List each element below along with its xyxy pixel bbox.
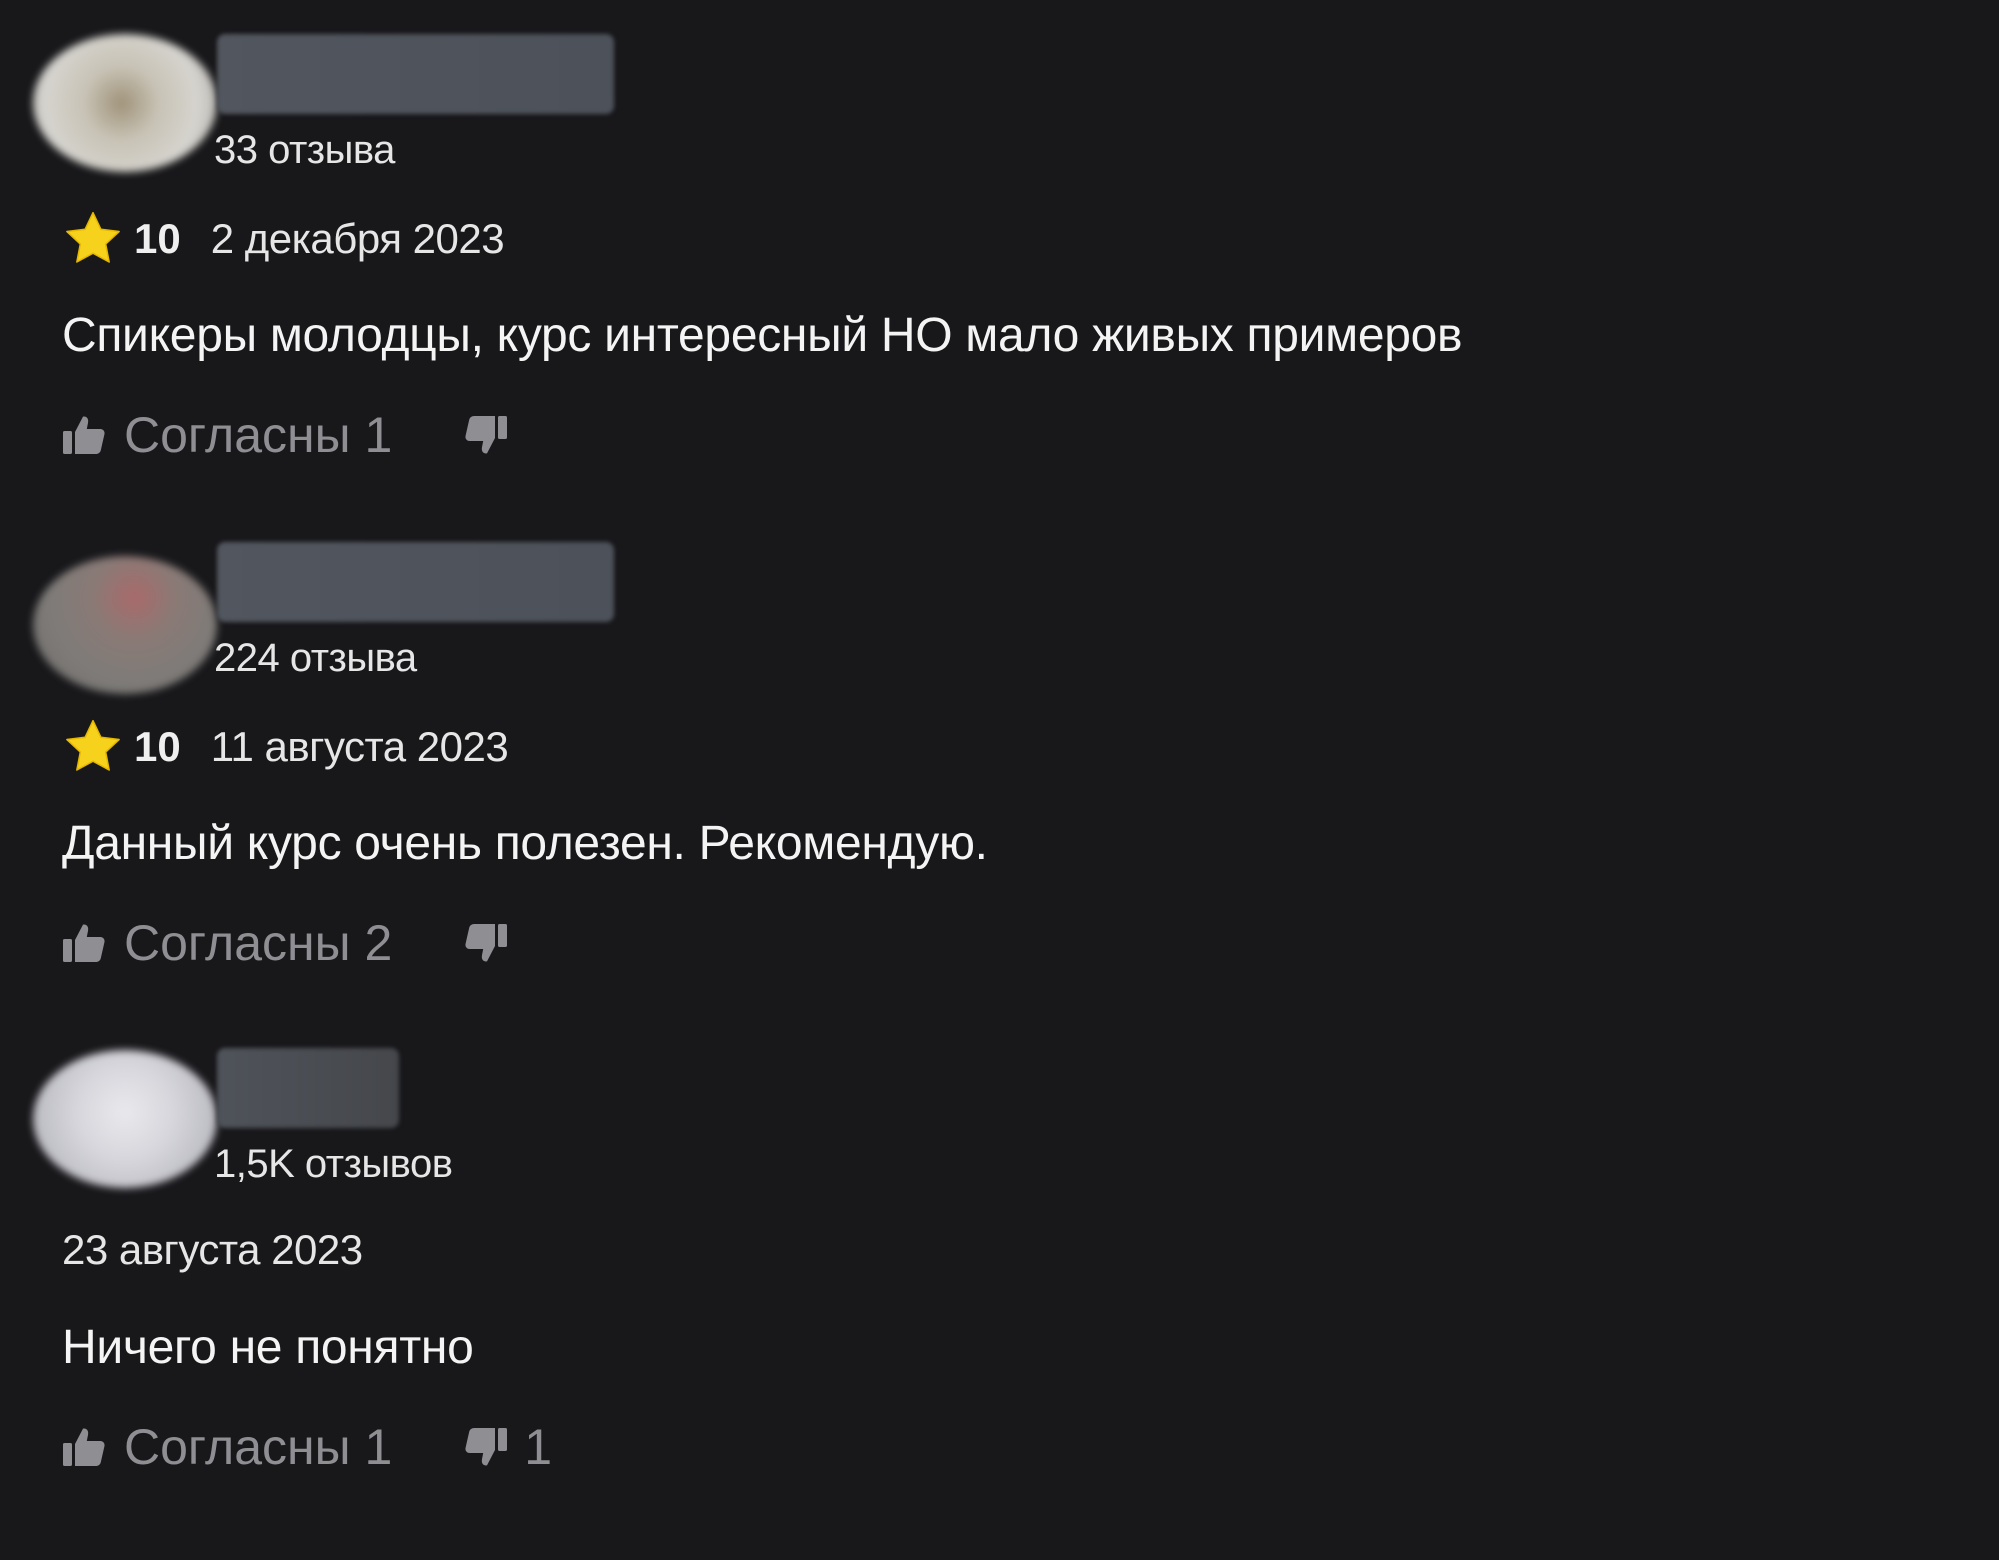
- review-text: Спикеры молодцы, курс интересный НО мало…: [62, 309, 1463, 362]
- rating-value: 10: [134, 723, 181, 770]
- avatar[interactable]: [33, 556, 217, 694]
- thumbs-down-icon: [462, 411, 510, 459]
- review-actions: Согласны 2: [60, 914, 524, 972]
- review-date: 11 августа 2023: [210, 723, 509, 770]
- review-meta: 10 11 августа 2023: [62, 716, 509, 778]
- review-text: Ничего не понятно: [62, 1321, 474, 1374]
- review-count: 1,5K отзывов: [214, 1142, 453, 1186]
- user-name[interactable]: [217, 1048, 399, 1128]
- review-count: 33 отзыва: [214, 128, 395, 172]
- user-name[interactable]: [217, 542, 614, 622]
- agree-button[interactable]: Согласны 1: [60, 406, 392, 464]
- review-date: 2 декабря 2023: [210, 215, 505, 262]
- review-date: 23 августа 2023: [62, 1226, 363, 1273]
- rating-value: 10: [134, 215, 181, 262]
- thumbs-up-icon: [60, 919, 108, 967]
- agree-label: Согласны 2: [124, 915, 393, 971]
- review-actions: Согласны 1: [60, 406, 524, 464]
- thumbs-down-icon: [462, 919, 510, 967]
- agree-label: Согласны 1: [124, 1419, 393, 1475]
- user-name[interactable]: [217, 34, 614, 114]
- thumbs-down-icon: [462, 1423, 510, 1471]
- thumbs-up-icon: [60, 1423, 108, 1471]
- thumbs-up-icon: [60, 411, 108, 459]
- agree-label: Согласны 1: [124, 407, 393, 463]
- agree-button[interactable]: Согласны 2: [60, 914, 392, 972]
- star-icon: [62, 208, 124, 270]
- agree-button[interactable]: Согласны 1: [60, 1418, 392, 1476]
- disagree-button[interactable]: [462, 411, 524, 459]
- review-actions: Согласны 1 1: [60, 1418, 552, 1476]
- star-icon: [62, 716, 124, 778]
- disagree-button[interactable]: [462, 919, 524, 967]
- disagree-button[interactable]: 1: [462, 1418, 552, 1476]
- review-count: 224 отзыва: [214, 636, 417, 680]
- avatar[interactable]: [33, 1050, 217, 1188]
- avatar[interactable]: [33, 34, 217, 172]
- review-meta: 10 2 декабря 2023: [62, 208, 505, 270]
- disagree-count: 1: [524, 1419, 553, 1475]
- review-meta: 23 августа 2023: [62, 1226, 363, 1274]
- review-text: Данный курс очень полезен. Рекомендую.: [62, 817, 988, 870]
